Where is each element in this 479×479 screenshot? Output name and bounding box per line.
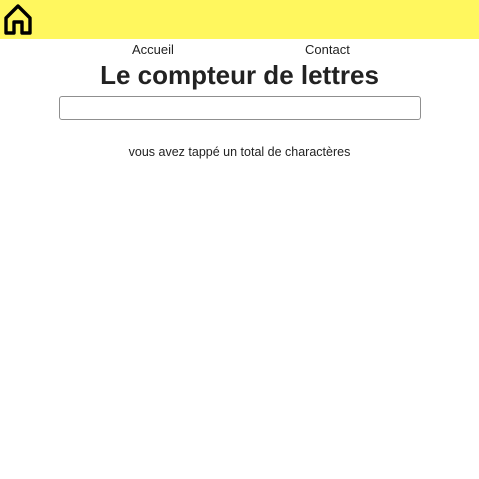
page-title: Le compteur de lettres: [100, 60, 379, 90]
nav-link-accueil[interactable]: Accueil: [132, 42, 174, 58]
character-count-text: vous avez tappé un total de charactères: [128, 145, 351, 159]
text-input[interactable]: [59, 96, 421, 120]
nav-link-contact[interactable]: Contact: [305, 42, 350, 58]
top-bar: [0, 0, 479, 39]
home-icon: [4, 4, 32, 35]
home-button[interactable]: [0, 1, 36, 37]
